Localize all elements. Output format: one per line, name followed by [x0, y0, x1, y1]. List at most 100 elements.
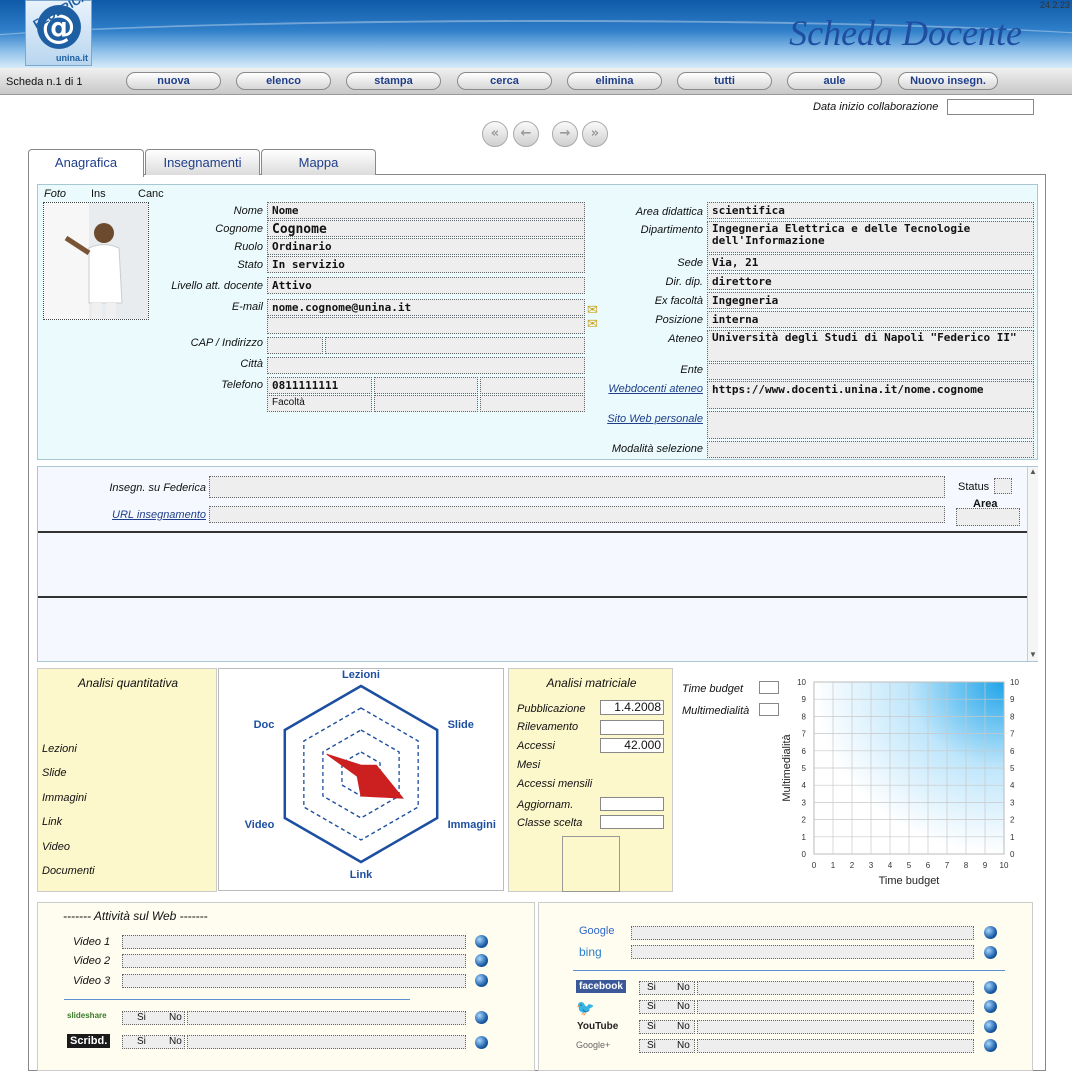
accessi-field[interactable]: 42.000	[600, 738, 664, 753]
globe-icon[interactable]	[475, 1011, 488, 1024]
dipartimento-field[interactable]: Ingegneria Elettrica e delle Tecnologie …	[707, 221, 1034, 253]
time-budget-field[interactable]	[759, 681, 779, 694]
radar-axis-label: Doc	[254, 719, 275, 731]
x-tick-label: 5	[907, 861, 912, 870]
y-tick-label: 0	[802, 850, 807, 859]
twitter-si-no[interactable]: Si No	[639, 1000, 695, 1014]
send-email2-icon[interactable]: ✉	[587, 316, 598, 332]
tab-mappa[interactable]: Mappa	[261, 149, 376, 175]
status-field[interactable]	[994, 478, 1012, 494]
sito-web-field[interactable]	[707, 411, 1034, 439]
stato-field[interactable]: In servizio	[267, 256, 585, 273]
google-field[interactable]	[631, 926, 974, 940]
aggiornam-field[interactable]	[600, 797, 664, 811]
telefono3-field[interactable]	[480, 377, 585, 394]
phone5-field[interactable]	[480, 395, 585, 412]
pubblicazione-field[interactable]: 1.4.2008	[600, 700, 664, 715]
slideshare-si-no[interactable]: Si No	[122, 1011, 185, 1025]
nuovo-insegn-button[interactable]: Nuovo insegn.	[898, 72, 998, 90]
dirdip-field[interactable]: direttore	[707, 273, 1034, 290]
youtube-si-no[interactable]: Si No	[639, 1020, 695, 1034]
rilevamento-field[interactable]	[600, 720, 664, 735]
nome-label: Nome	[233, 205, 263, 217]
date-start-field[interactable]	[947, 99, 1034, 115]
tab-anagrafica[interactable]: Anagrafica	[28, 149, 144, 177]
ruolo-field[interactable]: Ordinario	[267, 238, 585, 255]
sede-label: Sede	[677, 257, 703, 269]
nome-field[interactable]: Nome	[267, 202, 585, 219]
y2-tick-label: 6	[1010, 747, 1015, 756]
telefono-field[interactable]: 0811111111	[267, 377, 372, 394]
sede-field[interactable]: Via, 21	[707, 254, 1034, 271]
globe-icon[interactable]	[984, 1020, 997, 1033]
scribd-field[interactable]	[187, 1035, 466, 1049]
twitter-field[interactable]	[697, 1000, 974, 1014]
facebook-field[interactable]	[697, 981, 974, 995]
first-record-icon[interactable]: «	[482, 121, 508, 147]
sito-web-link[interactable]: Sito Web personale	[578, 413, 703, 425]
scrollbar[interactable]: ▲ ▼	[1027, 467, 1038, 661]
insegn-field[interactable]	[209, 476, 945, 498]
scroll-down-icon[interactable]: ▼	[1029, 650, 1037, 659]
posizione-field[interactable]: interna	[707, 311, 1034, 328]
cerca-button[interactable]: cerca	[457, 72, 552, 90]
facolta-phone-field[interactable]: Facoltà	[267, 395, 372, 412]
globe-icon[interactable]	[984, 1039, 997, 1052]
multimedialita-label: Multimedialità	[682, 705, 750, 717]
email-field[interactable]: nome.cognome@unina.it	[267, 299, 585, 316]
livello-field[interactable]: Attivo	[267, 277, 585, 294]
aule-button[interactable]: aule	[787, 72, 882, 90]
photo-delete-link[interactable]: Canc	[138, 188, 164, 200]
citta-field[interactable]	[267, 357, 585, 374]
globe-icon[interactable]	[475, 1036, 488, 1049]
globe-icon[interactable]	[475, 954, 488, 967]
scribd-si-no[interactable]: Si No	[122, 1035, 185, 1049]
globe-icon[interactable]	[984, 1000, 997, 1013]
last-record-icon[interactable]: »	[582, 121, 608, 147]
tutti-button[interactable]: tutti	[677, 72, 772, 90]
slideshare-field[interactable]	[187, 1011, 466, 1025]
multimedialita-field[interactable]	[759, 703, 779, 716]
cap-field[interactable]	[267, 337, 323, 354]
ateneo-field[interactable]: Università degli Studi di Napoli "Federi…	[707, 330, 1034, 362]
video2-field[interactable]	[122, 954, 466, 968]
webdocenti-link[interactable]: Webdocenti ateneo	[578, 383, 703, 395]
classe-field[interactable]	[600, 815, 664, 829]
quant-item: Slide	[42, 767, 67, 779]
scroll-up-icon[interactable]: ▲	[1029, 467, 1037, 476]
telefono2-field[interactable]	[374, 377, 478, 394]
bing-field[interactable]	[631, 945, 974, 959]
url-insegnamento-link[interactable]: URL insegnamento	[78, 509, 206, 521]
url-insegnamento-field[interactable]	[209, 506, 945, 523]
ente-field[interactable]	[707, 363, 1034, 380]
webdocenti-field[interactable]: https://www.docenti.unina.it/nome.cognom…	[707, 381, 1034, 409]
anagrafica-panel: Foto Ins Canc Nome Nome Cognome Cognome …	[37, 184, 1038, 460]
video3-field[interactable]	[122, 974, 466, 988]
prev-record-icon[interactable]: ←	[513, 121, 539, 147]
elenco-button[interactable]: elenco	[236, 72, 331, 90]
globe-icon[interactable]	[984, 981, 997, 994]
area-ins-field[interactable]	[956, 508, 1020, 526]
tab-insegnamenti[interactable]: Insegnamenti	[145, 149, 260, 175]
modalita-field[interactable]	[707, 441, 1034, 458]
googleplus-field[interactable]	[697, 1039, 974, 1053]
cognome-field[interactable]: Cognome	[267, 220, 585, 237]
facebook-si-no[interactable]: Si No	[639, 981, 695, 995]
stampa-button[interactable]: stampa	[346, 72, 441, 90]
globe-icon[interactable]	[984, 926, 997, 939]
globe-icon[interactable]	[475, 974, 488, 987]
video1-field[interactable]	[122, 935, 466, 949]
googleplus-si-no[interactable]: Si No	[639, 1039, 695, 1053]
globe-icon[interactable]	[475, 935, 488, 948]
indirizzo-field[interactable]	[325, 337, 585, 354]
nuova-button[interactable]: nuova	[126, 72, 221, 90]
photo-insert-link[interactable]: Ins	[91, 188, 106, 200]
elimina-button[interactable]: elimina	[567, 72, 662, 90]
exfacolta-field[interactable]: Ingegneria	[707, 292, 1034, 309]
youtube-field[interactable]	[697, 1020, 974, 1034]
globe-icon[interactable]	[984, 946, 997, 959]
email2-field[interactable]	[267, 317, 585, 334]
phone4-field[interactable]	[374, 395, 478, 412]
next-record-icon[interactable]: →	[552, 121, 578, 147]
area-field[interactable]: scientifica	[707, 202, 1034, 219]
